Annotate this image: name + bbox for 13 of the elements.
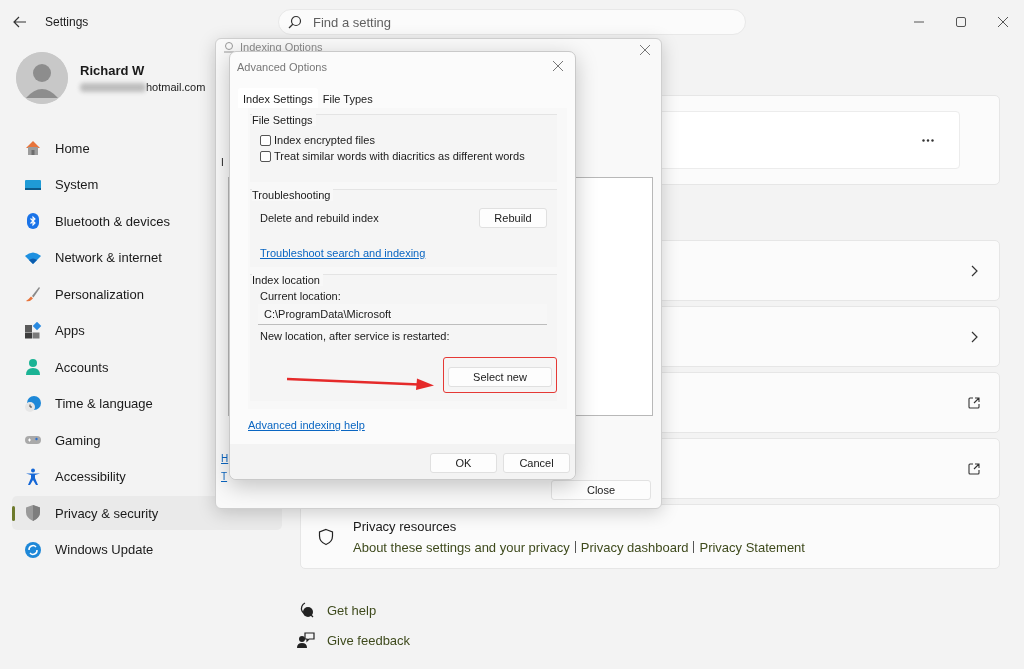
window-title: Settings xyxy=(45,15,90,29)
label: I xyxy=(221,157,224,168)
user-email: hotmail.com xyxy=(146,81,206,93)
dialog-title: Advanced Options xyxy=(237,61,327,73)
group-label: Index location xyxy=(252,274,323,286)
rebuild-label: Delete and rebuild index xyxy=(260,212,379,224)
card-title: Privacy resources xyxy=(353,518,458,534)
field-label: New location, after service is restarted: xyxy=(260,330,451,342)
group-label: Troubleshooting xyxy=(252,189,334,201)
user-name: Richard W xyxy=(80,63,146,78)
group-label: File Settings xyxy=(252,114,316,126)
field-label: Current location: xyxy=(260,290,342,302)
dialog-title: Indexing Options xyxy=(240,41,323,53)
